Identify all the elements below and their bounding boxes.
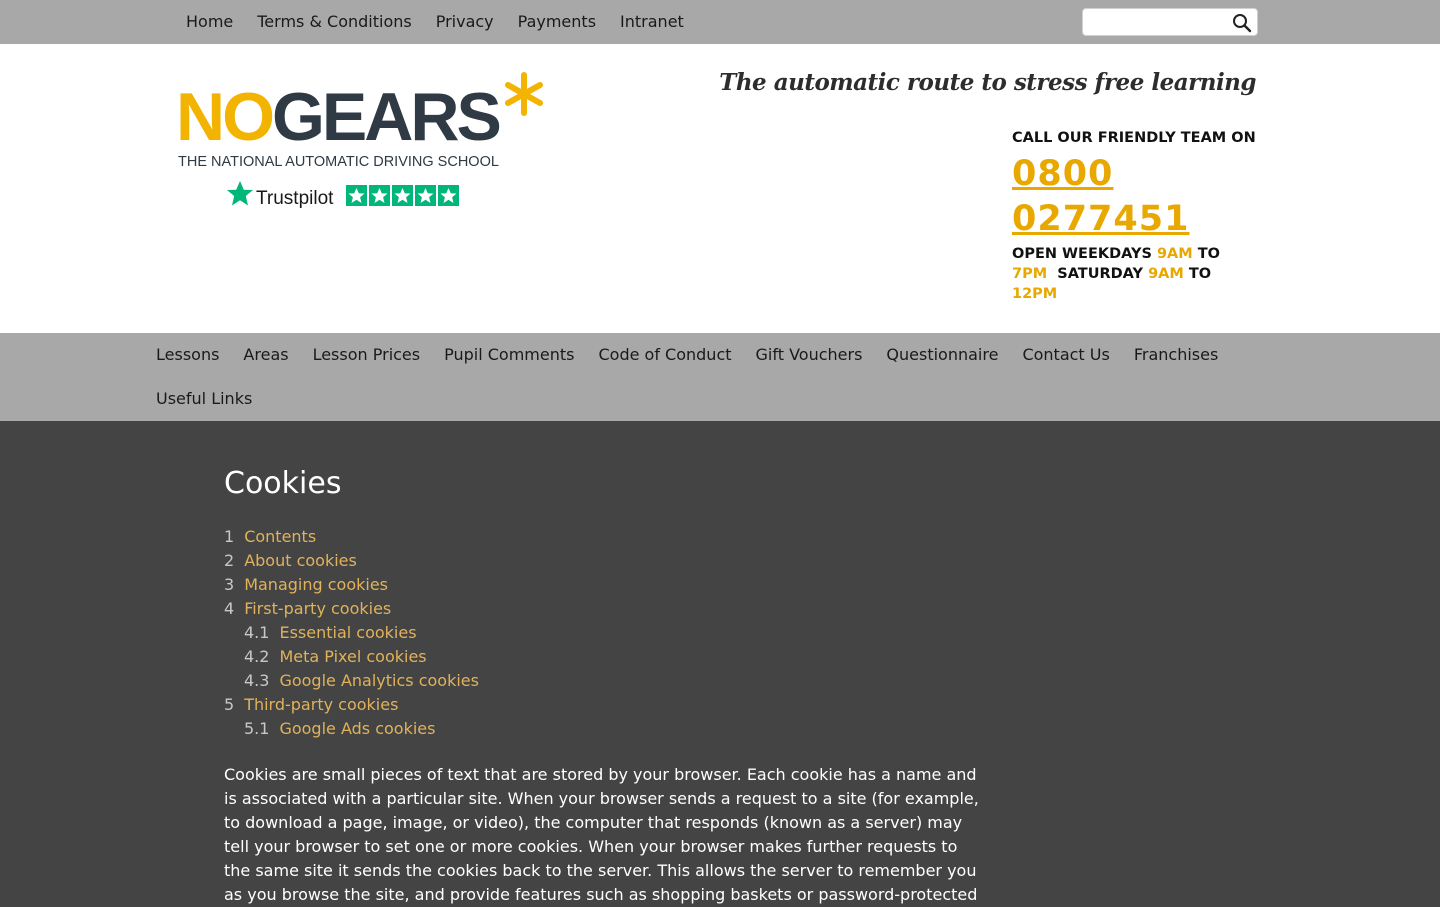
main-nav-row: Lessons Areas Lesson Prices Pupil Commen… bbox=[144, 333, 1230, 377]
toc-item: 1 Contents bbox=[224, 525, 984, 549]
toc-number: 5 bbox=[224, 695, 235, 714]
toc-item: 5 Third-party cookies bbox=[224, 693, 984, 717]
hours-saturday-to: 12PM bbox=[1012, 286, 1058, 302]
toc-number: 4 bbox=[224, 599, 235, 618]
hours-saturday-from: 9AM bbox=[1148, 266, 1184, 282]
toc-link-essential-cookies[interactable]: Essential cookies bbox=[279, 621, 416, 645]
nav-item-gift-vouchers[interactable]: Gift Vouchers bbox=[744, 333, 875, 377]
hours-weekdays-label: OPEN WEEKDAYS bbox=[1012, 246, 1152, 262]
logo-subtitle: THE NATIONAL AUTOMATIC DRIVING SCHOOL bbox=[178, 154, 499, 170]
trustpilot-text: Trustpilot bbox=[256, 188, 334, 209]
toc-link-google-ads-cookies[interactable]: Google Ads cookies bbox=[279, 717, 435, 741]
top-nav-payments[interactable]: Payments bbox=[506, 0, 608, 44]
toc-number: 4.1 bbox=[244, 623, 270, 642]
main-content: Cookies 1 Contents 2 About cookies 3 Managi… bbox=[224, 421, 984, 907]
main-nav-row: Useful Links bbox=[144, 377, 264, 421]
toc-number: 4.2 bbox=[244, 647, 270, 666]
toc-number: 4.3 bbox=[244, 671, 270, 690]
hours-weekday-from: 9AM bbox=[1156, 246, 1193, 262]
trustpilot-rating-icon bbox=[346, 185, 459, 206]
toc-item: 5.1 Google Ads cookies bbox=[224, 717, 984, 741]
tagline: The automatic route to stress free learn… bbox=[719, 69, 1256, 96]
toc-item: 4.2 Meta Pixel cookies bbox=[224, 645, 984, 669]
top-nav-home[interactable]: Home bbox=[174, 0, 245, 44]
nav-item-pupil-comments[interactable]: Pupil Comments bbox=[432, 333, 586, 377]
nav-item-code-of-conduct[interactable]: Code of Conduct bbox=[586, 333, 743, 377]
toc-link-contents[interactable]: Contents bbox=[244, 525, 316, 549]
hours-to-2: TO bbox=[1188, 266, 1212, 282]
toc-number: 2 bbox=[224, 551, 235, 570]
top-nav-terms[interactable]: Terms & Conditions bbox=[245, 0, 423, 44]
nav-item-areas[interactable]: Areas bbox=[231, 333, 300, 377]
toc-link-google-analytics-cookies[interactable]: Google Analytics cookies bbox=[279, 669, 479, 693]
svg-text:NOGEARS: NOGEARS bbox=[176, 79, 499, 155]
nav-item-contact-us[interactable]: Contact Us bbox=[1010, 333, 1121, 377]
top-bar: Home Terms & Conditions Privacy Payments… bbox=[0, 0, 1440, 44]
nav-item-lessons[interactable]: Lessons bbox=[144, 333, 231, 377]
trustpilot-star-icon bbox=[227, 181, 253, 206]
search-box bbox=[1082, 8, 1258, 36]
nav-item-useful-links[interactable]: Useful Links bbox=[144, 377, 264, 421]
hours-weekday-to: 7PM bbox=[1012, 266, 1048, 282]
opening-hours: OPEN WEEKDAYS 9AM TO 7PM SATURDAY 9AM TO… bbox=[1012, 244, 1256, 304]
table-of-contents: 1 Contents 2 About cookies 3 Managing cooki… bbox=[224, 525, 984, 741]
hours-saturday-label: SATURDAY bbox=[1057, 266, 1144, 282]
search-icon[interactable] bbox=[1231, 12, 1253, 34]
toc-link-meta-pixel-cookies[interactable]: Meta Pixel cookies bbox=[279, 645, 426, 669]
toc-number: 3 bbox=[224, 575, 235, 594]
main-nav: Lessons Areas Lesson Prices Pupil Commen… bbox=[0, 333, 1440, 421]
call-heading: CALL OUR FRIENDLY TEAM ON bbox=[1012, 130, 1256, 146]
asterisk-logo-icon bbox=[505, 72, 543, 116]
page-title: Cookies bbox=[224, 466, 342, 501]
intro-paragraph: Cookies are small pieces of text that ar… bbox=[224, 765, 979, 904]
nav-item-questionnaire[interactable]: Questionnaire bbox=[874, 333, 1010, 377]
search-input[interactable] bbox=[1089, 12, 1229, 32]
toc-item: 4 First-party cookies bbox=[224, 597, 984, 621]
toc-item: 3 Managing cookies bbox=[224, 573, 984, 597]
site-header: NOGEARS THE NATIONAL AUTOMATIC DRIVING S… bbox=[0, 44, 1440, 333]
contact-block: CALL OUR FRIENDLY TEAM ON 0800 0277451 O… bbox=[1012, 128, 1256, 304]
phone-number[interactable]: 0800 0277451 bbox=[1012, 152, 1256, 242]
toc-link-about-cookies[interactable]: About cookies bbox=[244, 549, 357, 573]
hours-to-1: TO bbox=[1197, 246, 1220, 262]
site-logo[interactable]: NOGEARS THE NATIONAL AUTOMATIC DRIVING S… bbox=[174, 72, 546, 212]
toc-link-third-party-cookies[interactable]: Third-party cookies bbox=[244, 693, 398, 717]
toc-item: 4.3 Google Analytics cookies bbox=[224, 669, 984, 693]
toc-link-managing-cookies[interactable]: Managing cookies bbox=[244, 573, 388, 597]
top-nav: Home Terms & Conditions Privacy Payments… bbox=[174, 0, 696, 44]
logo-text-gears: GEARS bbox=[272, 79, 499, 155]
toc-number: 5.1 bbox=[244, 719, 270, 738]
nav-item-franchises[interactable]: Franchises bbox=[1122, 333, 1230, 377]
top-nav-privacy[interactable]: Privacy bbox=[424, 0, 506, 44]
toc-item: 2 About cookies bbox=[224, 549, 984, 573]
nav-item-lesson-prices[interactable]: Lesson Prices bbox=[301, 333, 433, 377]
toc-number: 1 bbox=[224, 527, 235, 546]
logo-text-no: NO bbox=[176, 79, 273, 155]
top-nav-intranet[interactable]: Intranet bbox=[608, 0, 696, 44]
toc-item: 4.1 Essential cookies bbox=[224, 621, 984, 645]
toc-link-first-party-cookies[interactable]: First-party cookies bbox=[244, 597, 391, 621]
